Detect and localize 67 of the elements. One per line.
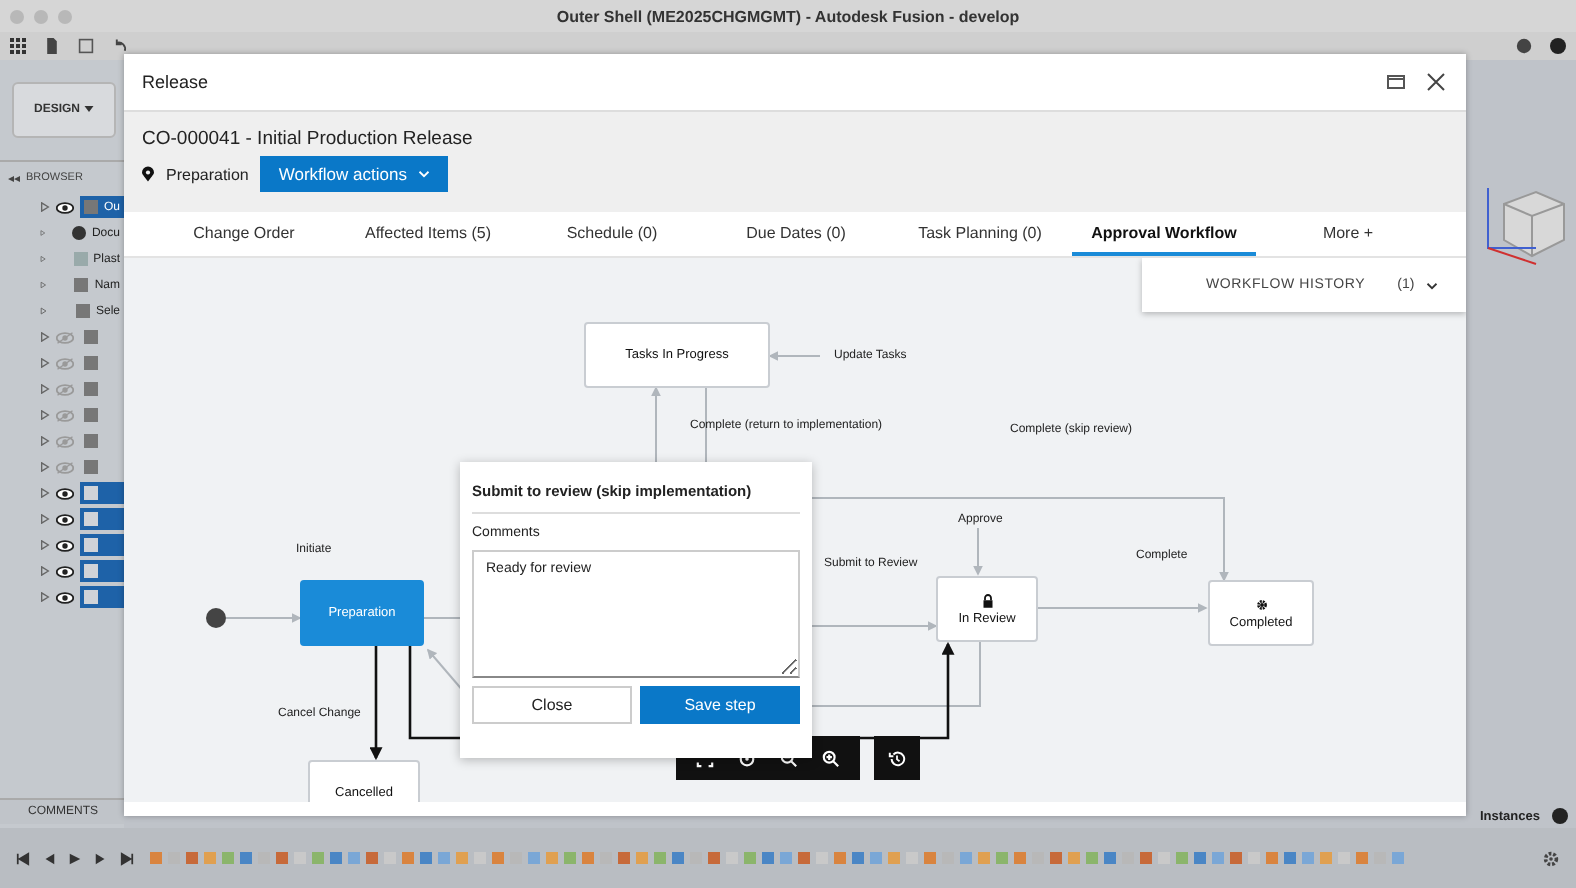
browser-item[interactable] bbox=[80, 482, 124, 504]
expand-icon[interactable] bbox=[40, 384, 50, 394]
collapse-icon[interactable] bbox=[8, 175, 20, 181]
step-forward-icon[interactable] bbox=[94, 851, 108, 865]
maximize-icon[interactable] bbox=[1386, 72, 1406, 92]
window-title: Outer Shell (ME2025CHGMGMT) - Autodesk Fusion - develop bbox=[556, 7, 1020, 25]
record-title: CO-000041 - Initial Production Release bbox=[142, 128, 475, 150]
expand-icon[interactable] bbox=[40, 358, 50, 368]
eye-icon[interactable] bbox=[56, 539, 74, 551]
expand-icon[interactable] bbox=[40, 540, 50, 550]
save-icon[interactable] bbox=[78, 38, 94, 54]
eye-icon[interactable] bbox=[56, 591, 74, 603]
play-icon[interactable] bbox=[68, 851, 82, 865]
zoom-in-icon[interactable] bbox=[822, 749, 840, 767]
expand-icon[interactable] bbox=[40, 488, 50, 498]
chevron-down-icon bbox=[1426, 281, 1439, 289]
location-pin-icon bbox=[142, 166, 154, 182]
start-node[interactable] bbox=[206, 608, 226, 628]
connector-arrow bbox=[225, 613, 302, 623]
grid-icon[interactable] bbox=[10, 38, 26, 54]
close-button[interactable]: Close bbox=[472, 686, 632, 724]
step-back-icon[interactable] bbox=[42, 851, 56, 865]
gear-icon bbox=[1255, 597, 1267, 611]
tab[interactable]: More + bbox=[1256, 212, 1440, 256]
state-label: Preparation bbox=[166, 165, 249, 183]
tab[interactable]: Due Dates (0) bbox=[704, 212, 888, 256]
expand-icon[interactable] bbox=[40, 566, 50, 576]
dialog-title: Release bbox=[142, 72, 209, 92]
expand-icon[interactable] bbox=[40, 462, 50, 472]
tab[interactable]: Affected Items (5) bbox=[336, 212, 520, 256]
eye-icon[interactable] bbox=[56, 201, 74, 213]
tab[interactable]: Task Planning (0) bbox=[888, 212, 1072, 256]
skip-forward-icon[interactable] bbox=[120, 851, 134, 865]
expand-icon[interactable] bbox=[40, 254, 47, 264]
settings-icon[interactable] bbox=[1542, 849, 1560, 867]
expand-icon[interactable] bbox=[40, 202, 50, 212]
browser-item[interactable] bbox=[80, 508, 124, 530]
expand-icon[interactable] bbox=[40, 514, 50, 524]
connector-arrow bbox=[369, 646, 383, 761]
chevron-down-icon bbox=[418, 170, 431, 178]
caret-icon bbox=[83, 106, 94, 112]
history-button[interactable] bbox=[874, 736, 920, 780]
browser-item[interactable] bbox=[80, 586, 124, 608]
skip-back-icon[interactable] bbox=[16, 851, 30, 865]
expand-icon[interactable] bbox=[40, 306, 48, 316]
tab[interactable]: Change Order bbox=[152, 212, 336, 256]
expand-icon[interactable] bbox=[40, 436, 50, 446]
save-button[interactable]: Save step bbox=[640, 686, 800, 724]
tab[interactable]: Schedule (0) bbox=[520, 212, 704, 256]
eye-icon[interactable] bbox=[56, 513, 74, 525]
avatar-icon[interactable] bbox=[1550, 38, 1566, 54]
undo-icon[interactable] bbox=[112, 38, 128, 54]
close-icon[interactable] bbox=[1426, 72, 1446, 92]
expand-icon[interactable] bbox=[40, 228, 46, 238]
lock-icon bbox=[981, 593, 993, 607]
workflow-actions-button[interactable]: Workflow actions bbox=[260, 156, 449, 192]
history-icon bbox=[888, 749, 906, 767]
expand-icon[interactable] bbox=[40, 410, 50, 420]
expand-icon[interactable] bbox=[40, 592, 50, 602]
connector-arrow bbox=[768, 351, 821, 361]
browser-item[interactable] bbox=[80, 560, 124, 582]
eye-icon[interactable] bbox=[56, 487, 74, 499]
file-icon[interactable] bbox=[44, 38, 60, 54]
eye-icon[interactable] bbox=[56, 565, 74, 577]
expand-icon[interactable] bbox=[40, 332, 50, 342]
expand-icon[interactable] bbox=[40, 280, 47, 290]
browser-item[interactable] bbox=[80, 534, 124, 556]
